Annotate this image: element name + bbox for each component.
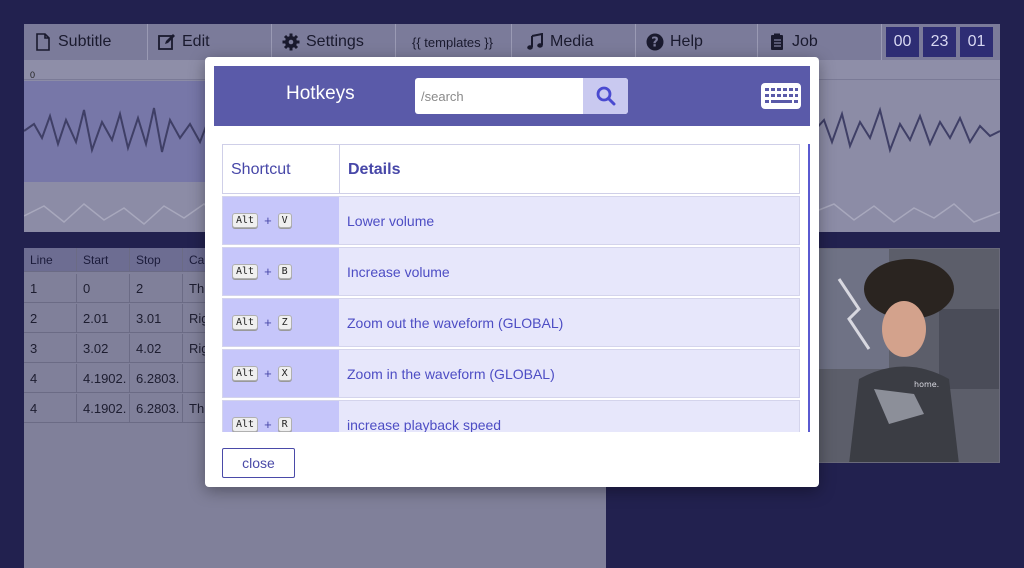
shortcut-cell: Alt + Z <box>223 299 339 346</box>
templates-menu-label: {{ templates }} <box>412 34 493 50</box>
key-plus: + <box>264 315 272 330</box>
cell-line: 4 <box>24 394 77 423</box>
shortcut-cell: Alt + X <box>223 350 339 397</box>
key-modifier: Alt <box>232 315 259 330</box>
key-letter: R <box>277 417 292 432</box>
media-menu-label: Media <box>550 33 594 50</box>
hotkeys-modal: Hotkeys Shortcut Details Alt + <box>205 57 819 487</box>
key-letter: V <box>277 213 292 228</box>
hotkey-description: increase playback speed <box>347 417 502 432</box>
cell-stop: 2 <box>130 274 183 303</box>
column-divider <box>339 145 340 193</box>
shortcut-cell: Alt + V <box>223 197 339 244</box>
cell-line: 3 <box>24 334 77 363</box>
question-circle-icon: ? <box>646 33 664 51</box>
hotkey-description: Lower volume <box>347 213 435 229</box>
settings-menu[interactable]: Settings <box>272 24 396 60</box>
job-menu-label: Job <box>792 33 818 50</box>
key-plus: + <box>264 417 272 432</box>
shirt-text: home. <box>914 380 939 389</box>
search-input[interactable] <box>415 78 583 114</box>
hotkeys-table-header: Shortcut Details <box>222 144 800 194</box>
hotkey-row[interactable]: Alt + B Increase volume <box>222 247 800 296</box>
shortcut-column-header: Shortcut <box>231 161 291 178</box>
key-plus: + <box>264 366 272 381</box>
music-icon <box>527 33 543 50</box>
cell-stop: 6.2803. <box>130 364 183 393</box>
cell-line: 4 <box>24 364 77 393</box>
col-stop-header[interactable]: Stop <box>130 248 183 272</box>
clipboard-icon <box>771 33 783 50</box>
video-player[interactable]: home. <box>818 248 1000 463</box>
key-plus: + <box>264 213 272 228</box>
media-menu[interactable]: Media <box>512 24 636 60</box>
hotkey-row[interactable]: Alt + Z Zoom out the waveform (GLOBAL) <box>222 298 800 347</box>
timer-hours: 00 <box>886 27 919 57</box>
modal-header: Hotkeys <box>214 66 810 126</box>
timer-seconds: 01 <box>960 27 993 57</box>
cell-start: 3.02 <box>77 334 130 363</box>
modal-title: Hotkeys <box>286 83 355 104</box>
search-icon <box>596 86 615 106</box>
file-icon <box>36 33 50 51</box>
key-letter: X <box>277 366 292 381</box>
hotkey-description: Zoom in the waveform (GLOBAL) <box>347 366 555 382</box>
key-modifier: Alt <box>232 264 259 279</box>
key-modifier: Alt <box>232 366 259 381</box>
subtitle-menu-label: Subtitle <box>58 33 112 50</box>
key-letter: B <box>277 264 292 279</box>
gear-icon <box>282 33 300 51</box>
hotkey-description: Increase volume <box>347 264 450 280</box>
subtitle-menu[interactable]: Subtitle <box>24 24 148 60</box>
help-menu[interactable]: ? Help <box>636 24 758 60</box>
cell-start: 4.1902. <box>77 394 130 423</box>
cell-stop: 6.2803. <box>130 394 183 423</box>
keyboard-icon[interactable] <box>760 80 804 112</box>
help-menu-label: Help <box>670 33 703 50</box>
shortcut-cell: Alt + R <box>223 401 339 432</box>
cell-start: 0 <box>77 274 130 303</box>
search-button[interactable] <box>583 78 628 114</box>
ruler-zero-label: 0 <box>30 70 36 80</box>
details-column-header: Details <box>348 161 401 178</box>
edit-menu[interactable]: Edit <box>148 24 272 60</box>
job-menu[interactable]: Job <box>758 24 882 60</box>
hotkeys-table[interactable]: Shortcut Details Alt + V Lower volume Al… <box>222 144 810 432</box>
key-modifier: Alt <box>232 417 259 432</box>
settings-menu-label: Settings <box>306 33 364 50</box>
close-button[interactable]: close <box>222 448 295 478</box>
key-letter: Z <box>277 315 292 330</box>
col-line-header[interactable]: Line <box>24 248 77 272</box>
cell-stop: 4.02 <box>130 334 183 363</box>
hotkey-row[interactable]: Alt + X Zoom in the waveform (GLOBAL) <box>222 349 800 398</box>
hotkey-row[interactable]: Alt + V Lower volume <box>222 196 800 245</box>
col-start-header[interactable]: Start <box>77 248 130 272</box>
timer-minutes: 23 <box>923 27 956 57</box>
cell-line: 2 <box>24 304 77 333</box>
cell-line: 1 <box>24 274 77 303</box>
shortcut-cell: Alt + B <box>223 248 339 295</box>
hotkey-search <box>415 78 628 114</box>
hotkey-description: Zoom out the waveform (GLOBAL) <box>347 315 564 331</box>
templates-menu[interactable]: {{ templates }} <box>396 24 512 60</box>
hotkey-row[interactable]: Alt + R increase playback speed <box>222 400 800 432</box>
key-modifier: Alt <box>232 213 259 228</box>
edit-menu-label: Edit <box>182 33 210 50</box>
main-toolbar: Subtitle Edit Settings {{ templates }} M… <box>24 24 1000 60</box>
video-frame: home. <box>819 249 999 462</box>
cell-start: 4.1902. <box>77 364 130 393</box>
cell-start: 2.01 <box>77 304 130 333</box>
edit-icon <box>158 34 175 50</box>
key-plus: + <box>264 264 272 279</box>
cell-stop: 3.01 <box>130 304 183 333</box>
svg-text:?: ? <box>651 36 659 51</box>
